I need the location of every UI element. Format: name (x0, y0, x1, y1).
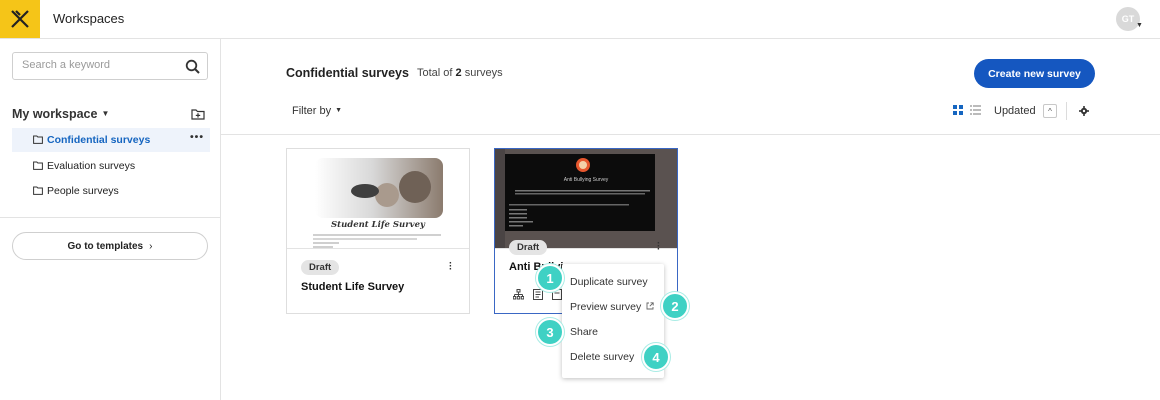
folder-icon (33, 161, 43, 170)
app-logo[interactable] (0, 0, 40, 38)
step-badge-1: 1 (536, 264, 564, 292)
report-icon[interactable] (533, 289, 543, 300)
workspace-label: My workspace (12, 107, 98, 121)
gear-icon[interactable] (1079, 106, 1089, 116)
folder-item-confidential-surveys[interactable]: Confidential surveys ••• (12, 128, 210, 152)
avatar-caret-icon[interactable]: ▼ (1136, 22, 1143, 29)
folder-label: Confidential surveys (47, 134, 151, 146)
chevron-right-icon: › (149, 240, 153, 252)
survey-card[interactable]: Student Life Survey Draft · · · Student Li… (286, 148, 470, 314)
grid-view-icon[interactable] (953, 105, 963, 115)
search-input[interactable] (22, 59, 182, 71)
page-title: Confidential surveys (286, 66, 409, 80)
folder-icon (33, 186, 43, 195)
status-badge: Draft (301, 260, 340, 275)
list-view-icon[interactable] (970, 105, 981, 115)
filter-dropdown[interactable]: Filter by ▼ (292, 105, 342, 117)
count-suffix: surveys (464, 67, 503, 79)
survey-thumbnail: Student Life Survey (287, 149, 469, 249)
status-badge: Draft (509, 240, 548, 255)
sidebar: My workspace▼ Confidential surveys ••• E… (0, 39, 221, 400)
duplicate-survey-menu-item[interactable]: Duplicate survey (570, 276, 648, 288)
survey-thumbnail: Anti Bullying Survey (495, 149, 677, 249)
count-value: 2 (455, 67, 462, 79)
step-badge-4: 4 (642, 343, 670, 371)
external-link-icon (646, 302, 654, 310)
card-menu-icon[interactable]: · · · (657, 239, 660, 255)
folder-label: People surveys (47, 185, 119, 197)
sitemap-icon[interactable] (513, 289, 524, 300)
search-icon[interactable] (185, 59, 201, 75)
folder-icon (33, 135, 43, 144)
card-title[interactable]: Student Life Survey (301, 281, 404, 293)
step-badge-3: 3 (536, 318, 564, 346)
create-new-survey-button[interactable]: Create new survey (974, 59, 1095, 88)
thumbnail-heading: Anti Bullying Survey (563, 177, 609, 183)
folder-label: Evaluation surveys (47, 160, 136, 172)
folder-item-evaluation-surveys[interactable]: Evaluation surveys (12, 154, 210, 178)
thumbnail-heading: Student Life Survey (331, 220, 425, 230)
delete-survey-menu-item[interactable]: Delete survey (570, 351, 634, 363)
sort-direction-icon[interactable]: ^ (1043, 104, 1057, 118)
main-divider (221, 134, 1160, 135)
step-badge-2: 2 (661, 292, 689, 320)
more-options-icon[interactable]: ••• (190, 131, 204, 143)
card-menu-icon[interactable]: · · · (449, 259, 452, 275)
search-box (12, 52, 208, 80)
logo-icon (11, 10, 29, 28)
count-prefix: Total of (417, 67, 453, 79)
survey-count: Total of 2 surveys (417, 67, 503, 79)
top-bar: Workspaces GT ▼ (0, 0, 1160, 39)
chevron-down-icon: ▼ (101, 109, 110, 118)
sort-label[interactable]: Updated (994, 105, 1036, 117)
filter-label: Filter by (292, 105, 332, 117)
workspace-dropdown[interactable]: My workspace ▼ (12, 107, 109, 121)
sidebar-divider (0, 217, 220, 218)
app-title: Workspaces (53, 11, 125, 26)
share-menu-item[interactable]: Share (570, 326, 598, 338)
add-folder-icon[interactable] (191, 108, 205, 120)
chevron-down-icon: ▼ (335, 107, 343, 114)
preview-survey-menu-item[interactable]: Preview survey (570, 301, 654, 313)
folder-item-people-surveys[interactable]: People surveys (12, 179, 210, 203)
menu-item-label: Preview survey (570, 301, 642, 313)
toolbar-separator (1066, 102, 1067, 120)
go-to-templates-button[interactable]: Go to templates › (12, 232, 208, 260)
templates-label: Go to templates (67, 240, 144, 252)
